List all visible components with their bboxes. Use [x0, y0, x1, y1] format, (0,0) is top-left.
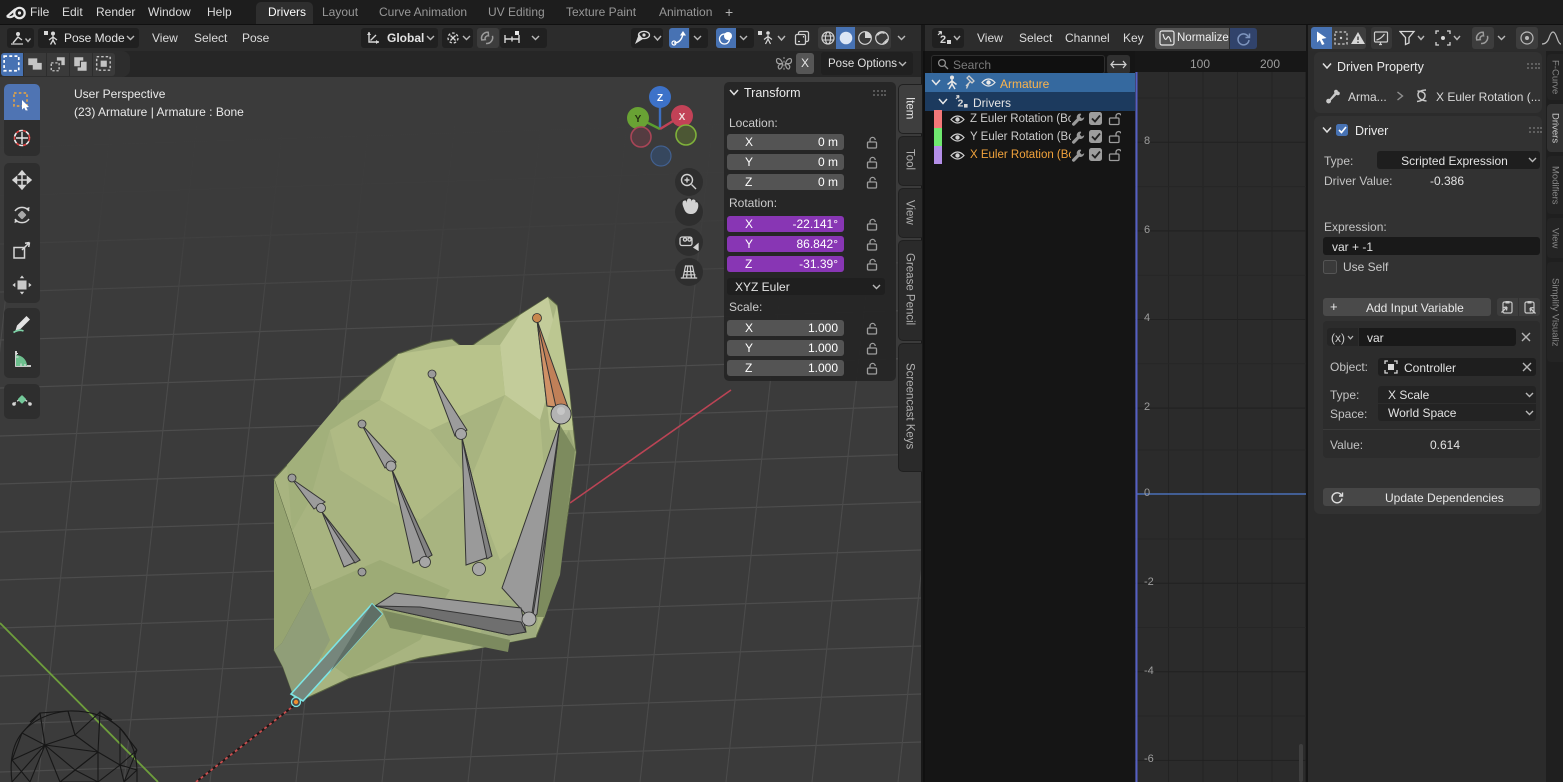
svg-text:2: 2 [958, 98, 964, 110]
svg-text:2: 2 [940, 34, 946, 46]
svg-text:X: X [679, 112, 686, 123]
svg-text:Z: Z [657, 93, 663, 104]
svg-text:Y: Y [635, 114, 642, 125]
